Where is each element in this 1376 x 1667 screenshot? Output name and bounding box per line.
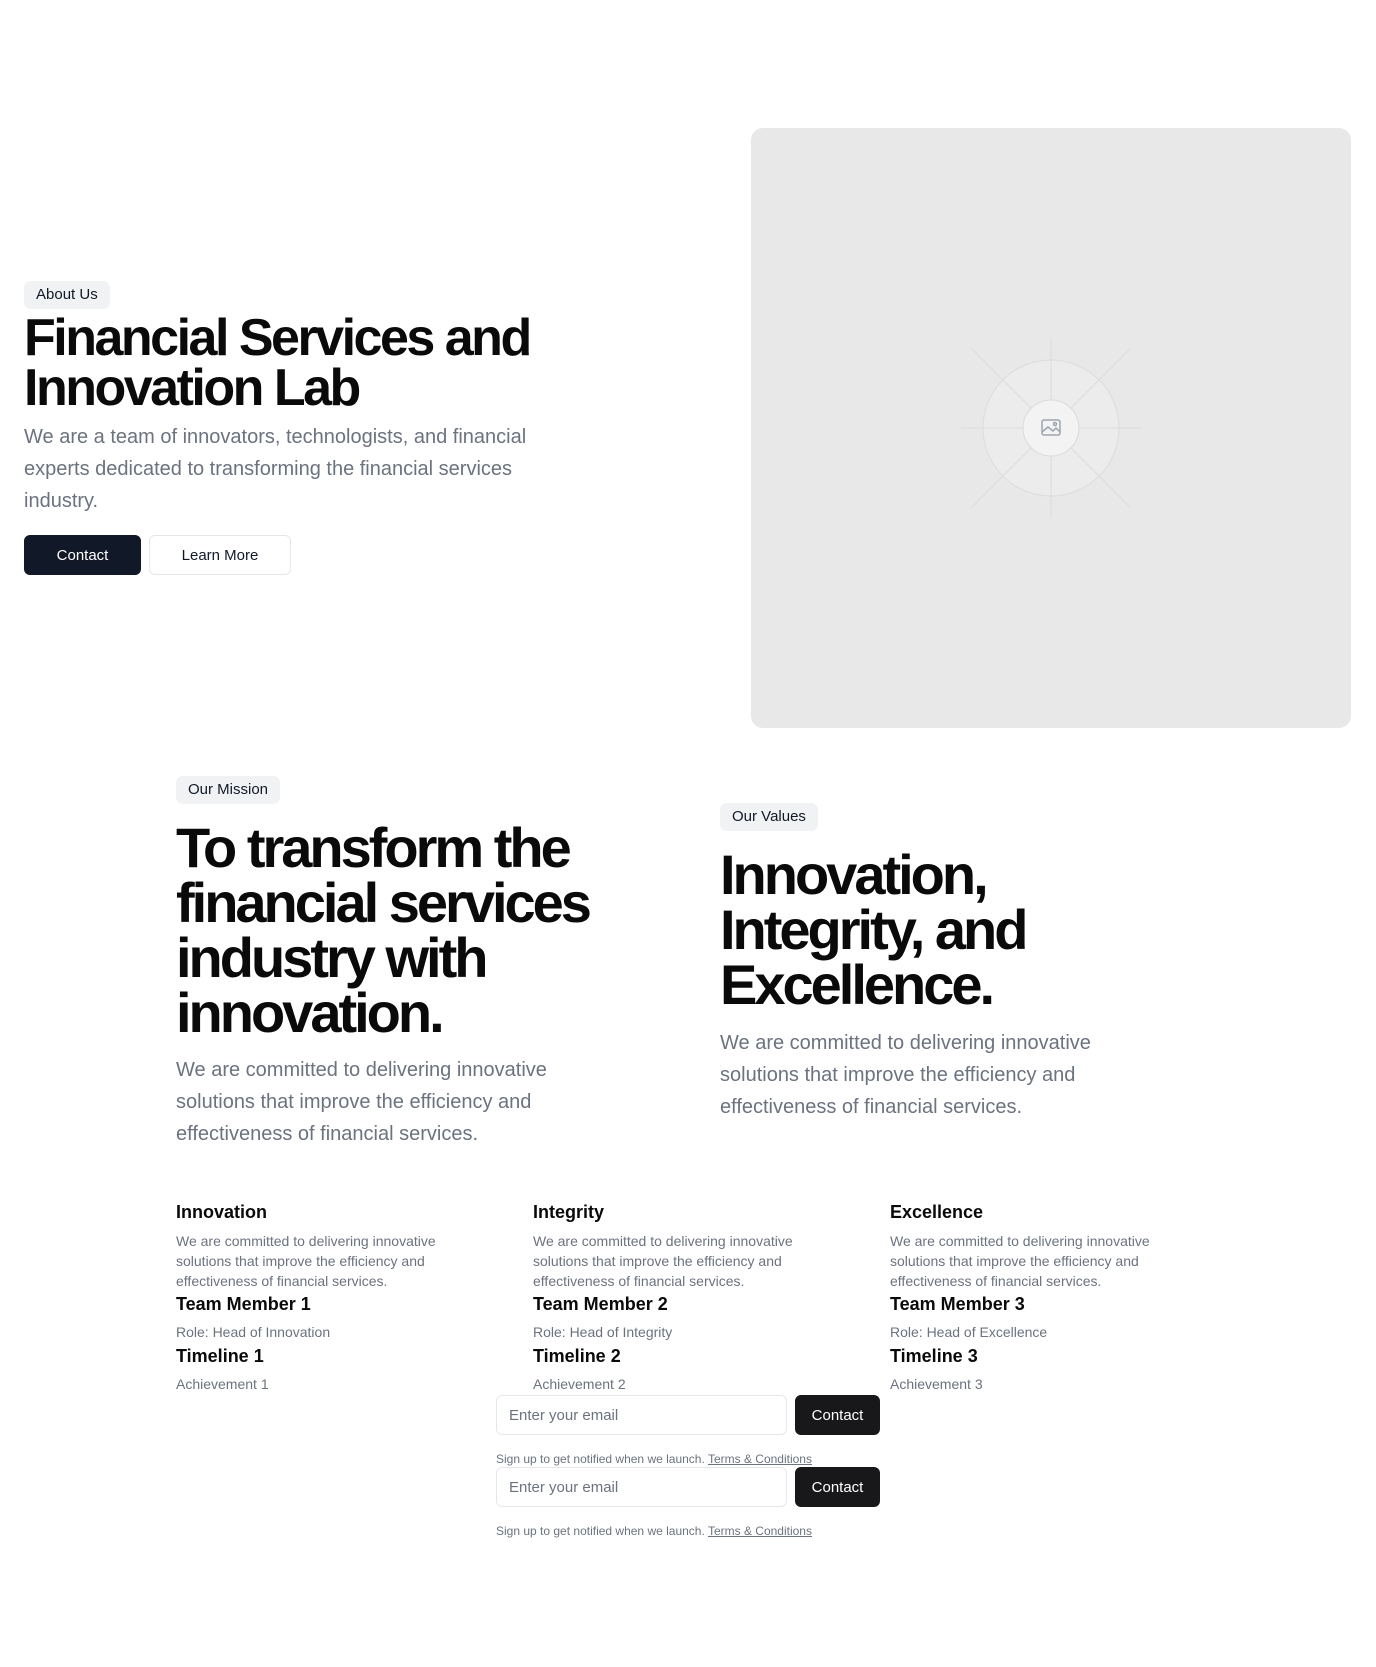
team-member-role: Role: Head of Excellence <box>890 1324 1048 1340</box>
contact-button[interactable]: Contact <box>24 535 141 575</box>
terms-link[interactable]: Terms & Conditions <box>708 1452 812 1466</box>
team-member-role: Role: Head of Innovation <box>176 1324 331 1340</box>
terms-link[interactable]: Terms & Conditions <box>708 1524 812 1538</box>
email-input[interactable] <box>496 1395 787 1435</box>
achievement-text: Achievement 1 <box>176 1376 269 1392</box>
signup-note: Sign up to get notified when we launch. … <box>496 1523 812 1539</box>
timeline-heading: Timeline 1 <box>176 1346 264 1366</box>
hero-description: We are a team of innovators, technologis… <box>24 426 527 512</box>
column-heading: Integrity <box>533 1202 605 1222</box>
column-description: We are committed to delivering innovativ… <box>890 1233 1150 1289</box>
about-badge: About Us <box>24 281 110 309</box>
hero-title: Financial Services and Innovation Lab <box>24 309 532 417</box>
email-input[interactable] <box>496 1467 787 1507</box>
signup-contact-button[interactable]: Contact <box>795 1395 880 1435</box>
signup-note-text: Sign up to get notified when we launch. <box>496 1524 705 1538</box>
team-member-name: Team Member 3 <box>890 1294 1025 1314</box>
column-description: We are committed to delivering innovativ… <box>533 1233 793 1289</box>
column-heading: Innovation <box>176 1202 267 1222</box>
image-placeholder-icon <box>961 338 1141 518</box>
signup-note: Sign up to get notified when we launch. … <box>496 1451 812 1467</box>
team-member-name: Team Member 2 <box>533 1294 668 1314</box>
column-description: We are committed to delivering innovativ… <box>176 1233 436 1289</box>
team-member-role: Role: Head of Integrity <box>533 1324 673 1340</box>
signup-note-text: Sign up to get notified when we launch. <box>496 1452 705 1466</box>
values-title: Innovation, Integrity, and Excellence. <box>720 843 1028 1016</box>
team-member-name: Team Member 1 <box>176 1294 311 1314</box>
values-badge: Our Values <box>720 803 818 831</box>
achievement-text: Achievement 3 <box>890 1376 983 1392</box>
values-description: We are committed to delivering innovativ… <box>720 1032 1091 1118</box>
learn-more-button[interactable]: Learn More <box>149 535 291 575</box>
achievement-text: Achievement 2 <box>533 1376 626 1392</box>
timeline-heading: Timeline 2 <box>533 1346 621 1366</box>
signup-contact-button[interactable]: Contact <box>795 1467 880 1507</box>
mission-description: We are committed to delivering innovativ… <box>176 1059 547 1145</box>
mission-badge: Our Mission <box>176 776 281 804</box>
timeline-heading: Timeline 3 <box>890 1346 978 1366</box>
column-heading: Excellence <box>890 1202 984 1222</box>
hero-image-placeholder <box>751 128 1351 728</box>
mission-title: To transform the financial services indu… <box>176 816 592 1044</box>
